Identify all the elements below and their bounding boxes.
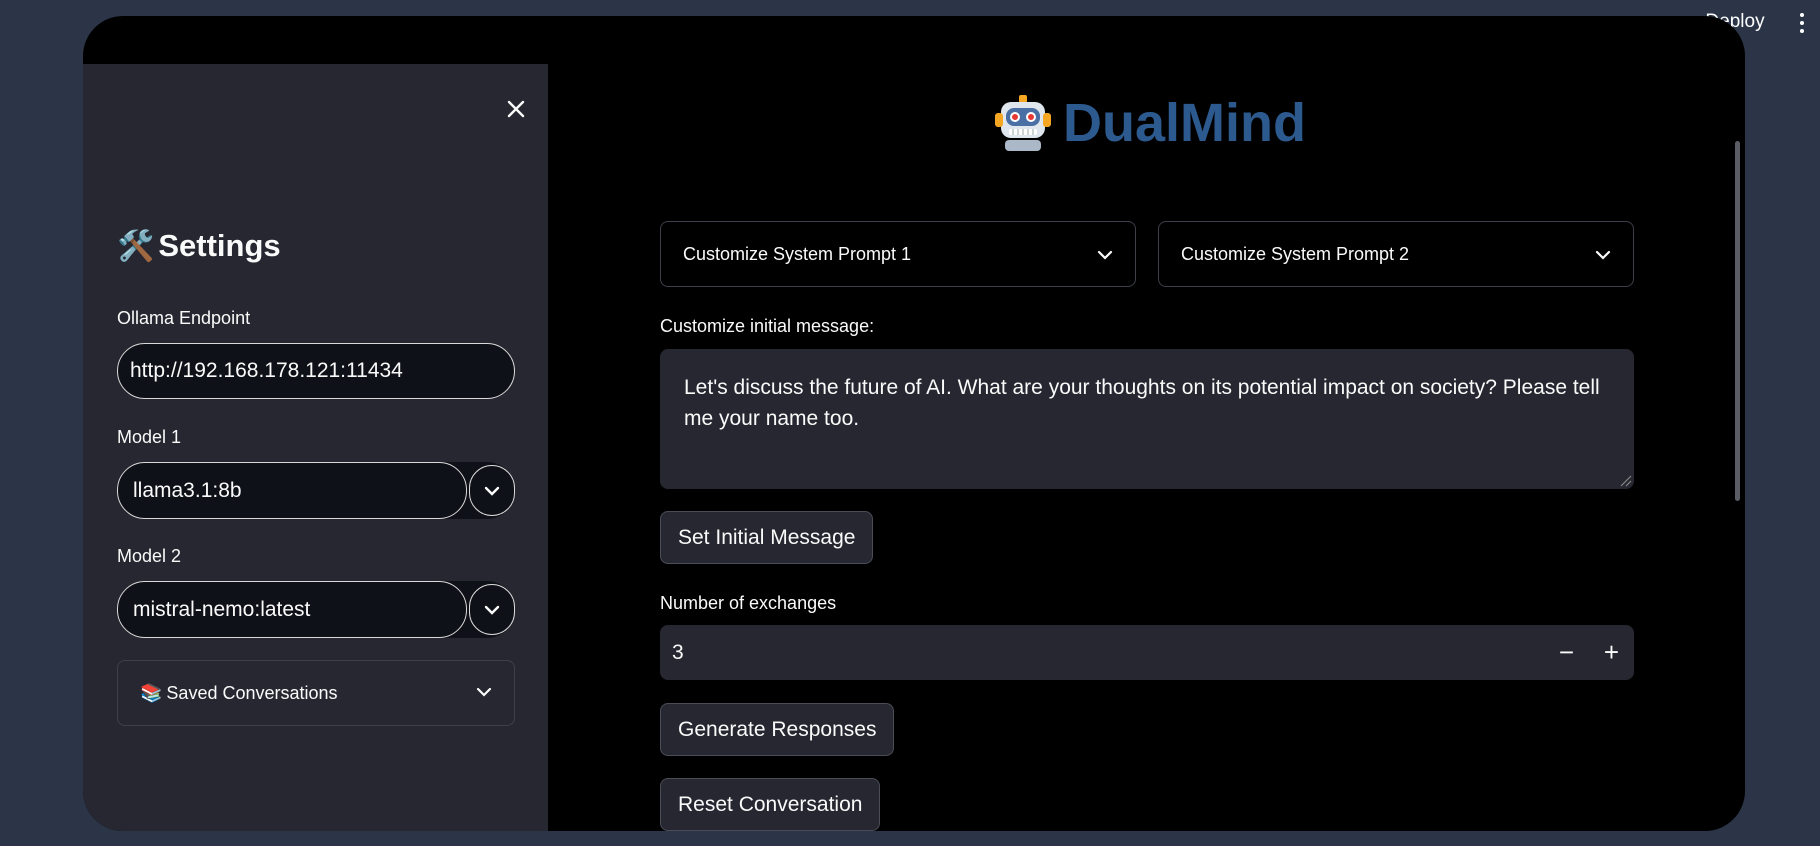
endpoint-input[interactable]: http://192.168.178.121:11434 [117,343,515,399]
more-vertical-icon[interactable] [1792,10,1812,36]
sidebar: 🛠️ Settings Ollama Endpoint http://192.1… [83,64,548,831]
resize-handle-icon[interactable] [1618,473,1632,487]
chevron-down-icon[interactable] [469,584,515,635]
exchanges-number-input: 3 − + [660,625,1634,680]
app-window: 🛠️ Settings Ollama Endpoint http://192.1… [83,16,1745,831]
model2-select: mistral-nemo:latest [117,581,515,638]
system-prompt-2-expander[interactable]: Customize System Prompt 2 [1158,221,1634,287]
model1-select: llama3.1:8b [117,462,515,519]
decrement-button[interactable]: − [1544,625,1589,680]
saved-conversations-expander[interactable]: 📚 Saved Conversations [117,660,515,726]
main-content: DualMind Customize System Prompt 1 Custo… [548,16,1745,831]
model2-label: Model 2 [117,546,182,566]
model1-label: Model 1 [117,427,182,447]
app-title: DualMind [993,88,1306,158]
chevron-down-icon [1097,244,1113,265]
increment-button[interactable]: + [1589,625,1634,680]
reset-conversation-button[interactable]: Reset Conversation [660,778,881,831]
robot-icon [995,95,1051,151]
exchanges-label: Number of exchanges [660,593,837,613]
endpoint-label: Ollama Endpoint [117,308,251,328]
app-title-text: DualMind [1063,93,1306,153]
sidebar-title: 🛠️ Settings [117,224,281,268]
chevron-down-icon [476,684,492,702]
model2-select-value[interactable]: mistral-nemo:latest [117,581,467,638]
model1-select-value[interactable]: llama3.1:8b [117,462,467,519]
close-icon[interactable] [503,96,529,122]
initial-message-label: Customize initial message: [660,316,875,336]
initial-message-textarea[interactable]: Let's discuss the future of AI. What are… [660,349,1634,489]
exchanges-value[interactable]: 3 [660,641,1544,665]
system-prompt-2-label: Customize System Prompt 2 [1181,243,1410,264]
system-prompt-1-expander[interactable]: Customize System Prompt 1 [660,221,1136,287]
chevron-down-icon[interactable] [469,465,515,516]
system-prompt-1-label: Customize System Prompt 1 [683,243,912,264]
chevron-down-icon [1595,244,1611,265]
settings-heading: Settings [158,228,281,263]
saved-conversations-label: Saved Conversations [166,682,338,703]
set-initial-message-button[interactable]: Set Initial Message [660,511,874,564]
scrollbar[interactable] [1735,141,1740,501]
initial-message-text: Let's discuss the future of AI. What are… [684,376,1600,430]
books-icon: 📚 [140,682,163,703]
generate-responses-button[interactable]: Generate Responses [660,703,895,756]
tools-icon: 🛠️ [117,229,155,263]
